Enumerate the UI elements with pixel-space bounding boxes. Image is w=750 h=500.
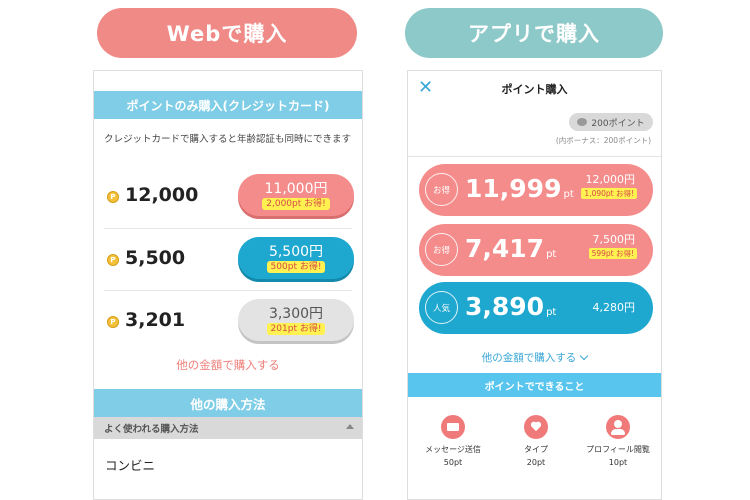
convenience-store-option[interactable]: コンビニ	[105, 455, 155, 474]
deal-badge: お得	[425, 173, 458, 206]
profile-icon	[606, 415, 630, 439]
coin-icon	[577, 118, 588, 126]
point-amount: 3,201	[125, 309, 186, 331]
page-title: ポイント購入	[501, 83, 568, 96]
point-coin-icon: P	[107, 191, 119, 203]
app-purchase-panel: ✕ ポイント購入 200ポイント (内ボーナス：200ポイント) お得 11,9…	[407, 70, 662, 500]
point-amount: 5,500	[125, 247, 186, 269]
point-package-row: P 5,500 5,500円 500pt お得!	[94, 229, 362, 291]
credit-card-note: クレジットカードで購入すると年齢認証も同時にできます	[104, 134, 352, 145]
points-value: 3,890 pt	[465, 292, 557, 321]
price-label: 5,500円	[268, 243, 324, 260]
deal-badge: お得	[425, 233, 458, 266]
purchase-card-7417[interactable]: お得 7,417 pt 7,500円 599pt お得!	[419, 224, 653, 276]
popular-badge: 人気	[425, 291, 458, 324]
heart-icon	[524, 415, 548, 439]
balance-label: 200ポイント	[591, 118, 645, 129]
points-value: 7,417 pt	[465, 234, 557, 263]
price-label: 7,500円	[592, 233, 636, 246]
feature-cost: 20pt	[526, 458, 546, 467]
point-coin-icon: P	[107, 316, 119, 328]
mail-icon	[441, 415, 465, 439]
web-purchase-panel: ポイントのみ購入(クレジットカード) クレジットカードで購入すると年齢認証も同時…	[93, 70, 363, 500]
bonus-breakdown-note: (内ボーナス：200ポイント)	[555, 136, 651, 145]
feature-message: メッセージ送信 50pt	[413, 415, 493, 467]
frequent-methods-label: よく使われる購入方法	[104, 424, 199, 435]
buy-12000-button[interactable]: 11,000円 2,000pt お得!	[238, 174, 354, 216]
web-purchase-header: Webで購入	[97, 8, 357, 58]
purchase-card-11999[interactable]: お得 11,999 pt 12,000円 1,090pt お得!	[419, 164, 653, 216]
credit-card-section-title: ポイントのみ購入(クレジットカード)	[94, 91, 362, 119]
bonus-tag: 599pt お得!	[588, 248, 637, 259]
other-amount-link[interactable]: 他の金額で購入する	[408, 350, 661, 365]
features-title: ポイントでできること	[408, 373, 661, 397]
price-label: 4,280円	[592, 301, 636, 314]
feature-label: プロフィール閲覧	[586, 445, 650, 454]
other-methods-title: 他の購入方法	[94, 389, 362, 417]
points-value: 11,999 pt	[465, 174, 574, 203]
buy-5500-button[interactable]: 5,500円 500pt お得!	[238, 237, 354, 279]
point-balance-badge: 200ポイント	[569, 113, 653, 131]
collapse-arrow-icon	[346, 424, 354, 429]
buy-3201-button[interactable]: 3,300円 201pt お得!	[238, 299, 354, 341]
price-label: 12,000円	[585, 173, 636, 186]
feature-label: メッセージ送信	[425, 445, 481, 454]
feature-like: タイプ 20pt	[496, 415, 576, 467]
point-amount: 12,000	[125, 184, 199, 206]
feature-label: タイプ	[524, 445, 548, 454]
point-package-row: P 12,000 11,000円 2,000pt お得!	[94, 166, 362, 228]
divider	[408, 156, 661, 157]
point-package-row: P 3,201 3,300円 201pt お得!	[94, 291, 362, 353]
frequent-methods-toggle[interactable]: よく使われる購入方法	[94, 417, 362, 439]
chevron-down-icon	[580, 351, 589, 361]
bonus-tag: 201pt お得!	[266, 322, 326, 335]
bonus-tag: 2,000pt お得!	[262, 197, 330, 210]
other-amount-link[interactable]: 他の金額で購入する	[94, 357, 362, 373]
purchase-card-3890[interactable]: 人気 3,890 pt 4,280円	[419, 282, 653, 334]
feature-cost: 10pt	[608, 458, 628, 467]
comparison-screen: Webで購入 アプリで購入 ポイントのみ購入(クレジットカード) クレジットカー…	[0, 0, 750, 500]
other-amount-label: 他の金額で購入する	[481, 352, 577, 364]
price-label: 3,300円	[268, 305, 324, 322]
price-label: 11,000円	[264, 180, 328, 197]
feature-profile: プロフィール閲覧 10pt	[578, 415, 658, 467]
bonus-tag: 1,090pt お得!	[581, 188, 637, 199]
feature-cost: 50pt	[443, 458, 463, 467]
bonus-tag: 500pt お得!	[266, 260, 326, 273]
point-coin-icon: P	[107, 254, 119, 266]
app-purchase-header: アプリで購入	[405, 8, 663, 58]
